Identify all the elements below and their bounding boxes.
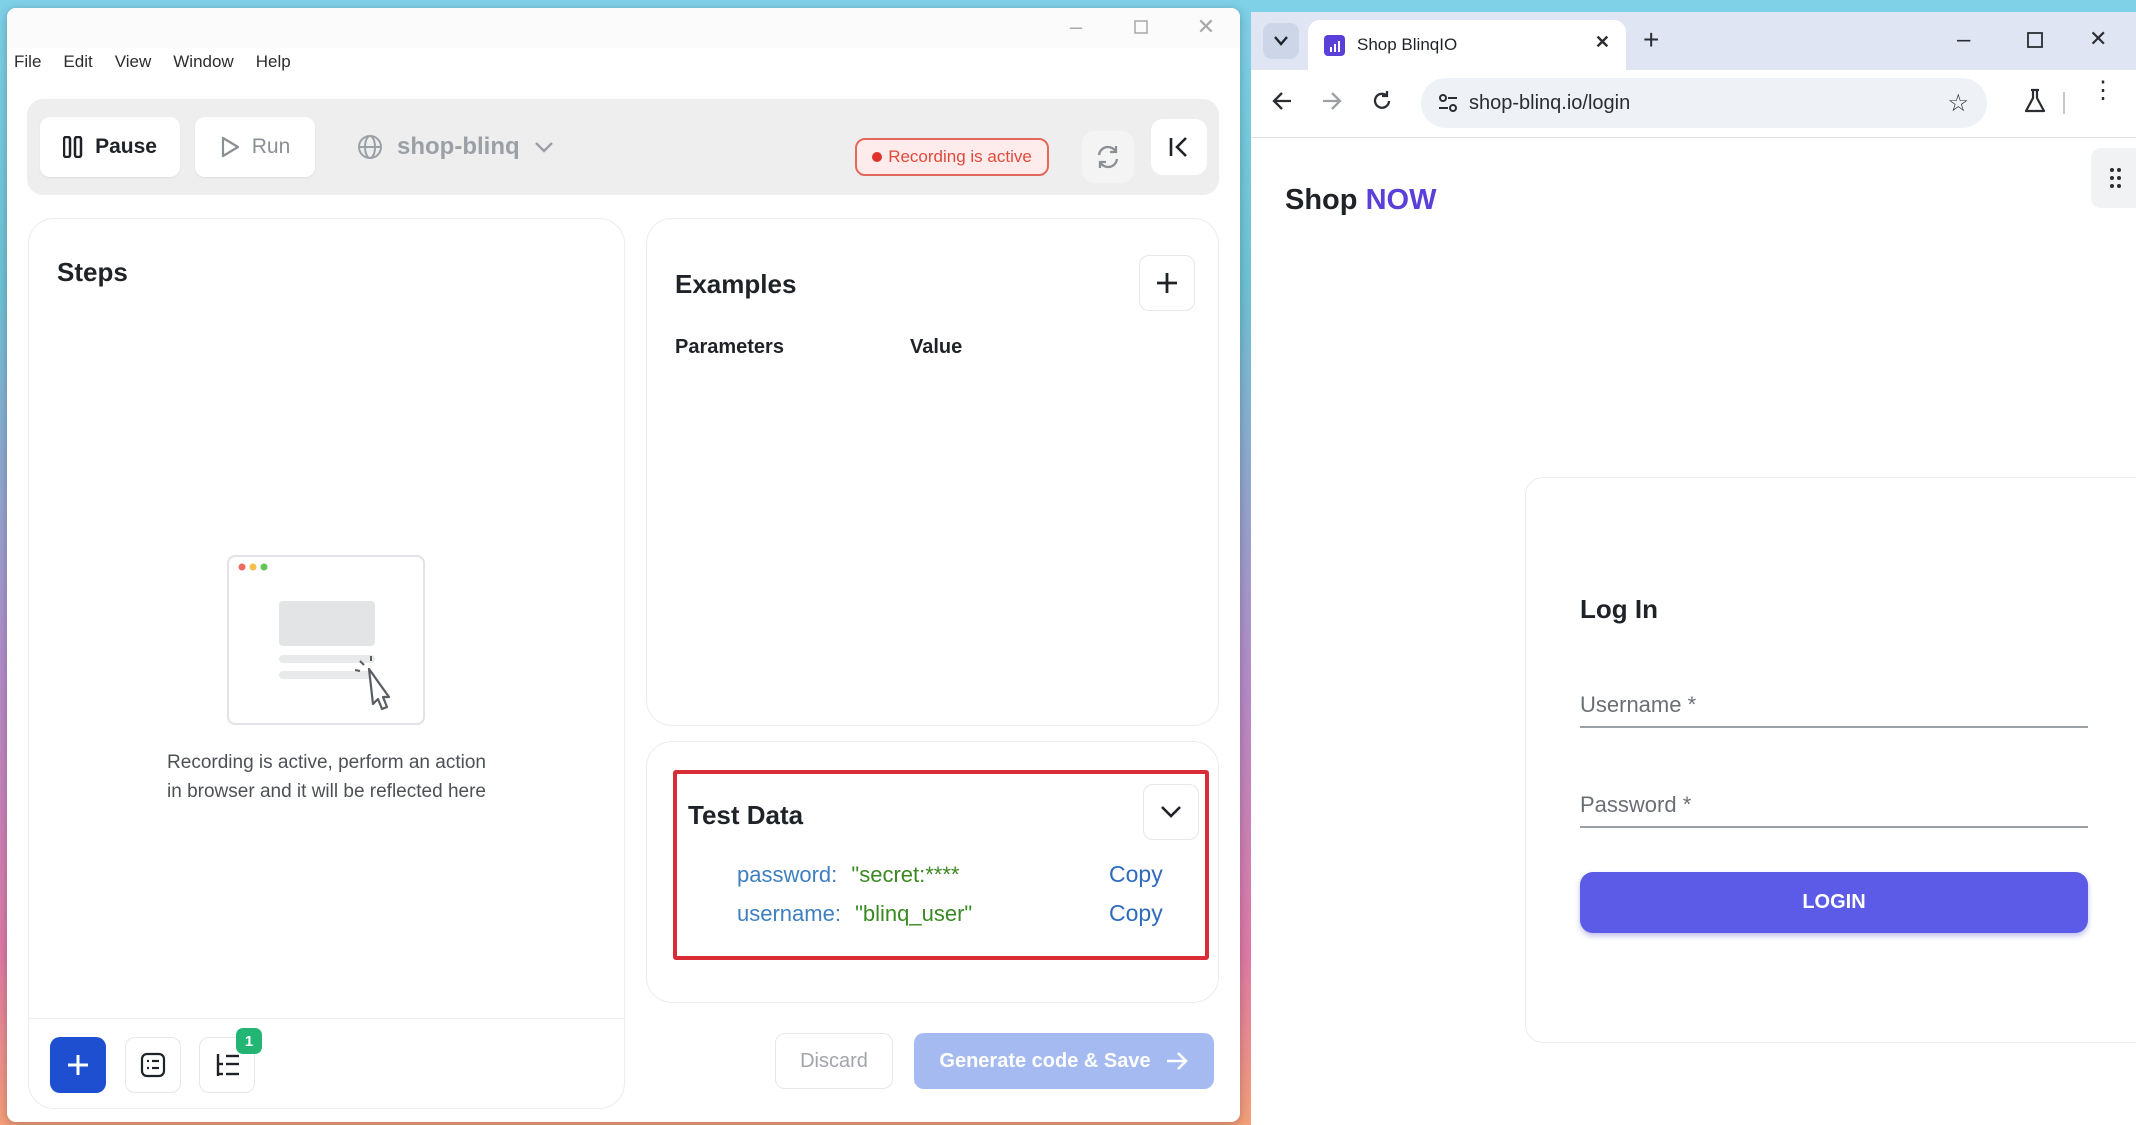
site-settings-icon[interactable]	[1437, 92, 1459, 120]
steps-title: Steps	[57, 257, 128, 287]
tab-title: Shop BlinqIO	[1357, 35, 1458, 54]
flask-icon[interactable]	[2023, 88, 2047, 119]
parameters-header: Parameters	[675, 336, 784, 358]
test-data-highlight: Test Data password: "secret:**** Copy us…	[673, 770, 1209, 960]
tab-close-icon[interactable]: ✕	[1595, 32, 1610, 53]
address-bar-row: shop-blinq.io/login ☆ ⋮	[1251, 70, 2136, 138]
back-icon[interactable]	[1271, 90, 1293, 117]
examples-panel: Examples Parameters Value	[646, 218, 1219, 726]
tab-strip: Shop BlinqIO ✕ + – ✕	[1251, 12, 2136, 70]
run-label: Run	[251, 135, 291, 158]
password-field[interactable]: Password *	[1580, 792, 2088, 828]
recorder-toolbar: Pause Run shop-blinq Recording is active	[27, 99, 1219, 195]
menu-window[interactable]: Window	[173, 52, 233, 80]
menu-view[interactable]: View	[115, 52, 152, 80]
shop-brand[interactable]: Shop NOW	[1285, 184, 1436, 217]
close-icon[interactable]: ✕	[2089, 26, 2107, 52]
recorder-window: – ✕ File Edit View Window Help Pause Run…	[7, 8, 1240, 1122]
favicon-icon	[1324, 34, 1345, 56]
brand-now: NOW	[1365, 184, 1437, 216]
title-bar: – ✕	[7, 8, 1240, 48]
username-field[interactable]: Username *	[1580, 692, 2088, 728]
test-data-value: "blinq_user"	[855, 901, 973, 926]
browser-menu-icon[interactable]: ⋮	[2091, 79, 2115, 103]
bookmark-star-icon[interactable]: ☆	[1947, 89, 1969, 118]
maximize-icon[interactable]	[1119, 13, 1163, 41]
steps-panel: Steps Recording is active, perform an ac…	[28, 218, 625, 1109]
reload-icon[interactable]	[1370, 89, 1394, 118]
plus-icon	[68, 1055, 88, 1075]
refresh-icon	[1097, 145, 1119, 169]
step-tree-button[interactable]: 1	[199, 1028, 262, 1093]
toolbar-divider	[2063, 92, 2065, 114]
menu-help[interactable]: Help	[256, 52, 291, 80]
url-bar[interactable]: shop-blinq.io/login ☆	[1421, 78, 1987, 128]
new-tab-icon[interactable]: +	[1643, 26, 1659, 54]
steps-bottom-bar: 1	[29, 1018, 624, 1108]
tab-search-button[interactable]	[1263, 23, 1299, 59]
list-tree-icon	[216, 1054, 239, 1076]
copy-password-button[interactable]: Copy	[1109, 861, 1163, 888]
checklist-button[interactable]	[125, 1037, 181, 1093]
login-card: Log In Username * Password * LOGIN	[1525, 477, 2136, 1043]
project-name: shop-blinq	[397, 133, 520, 160]
copy-username-button[interactable]: Copy	[1109, 900, 1163, 927]
checklist-icon	[140, 1052, 166, 1078]
collapse-left-icon	[1169, 137, 1187, 157]
recording-status-badge: Recording is active	[855, 138, 1049, 176]
maximize-icon[interactable]	[2027, 32, 2043, 53]
login-button[interactable]: LOGIN	[1580, 872, 2088, 933]
pause-icon	[63, 136, 83, 158]
discard-button[interactable]: Discard	[775, 1033, 893, 1089]
test-data-title: Test Data	[688, 800, 804, 830]
pause-button[interactable]: Pause	[40, 117, 180, 177]
chevron-down-icon	[1161, 806, 1181, 818]
close-icon[interactable]: ✕	[1184, 13, 1228, 41]
plus-icon	[1157, 273, 1177, 293]
brand-shop: Shop	[1285, 184, 1358, 216]
recording-status-text: Recording is active	[888, 147, 1032, 166]
step-count-badge: 1	[236, 1028, 262, 1054]
password-label: Password *	[1580, 792, 1692, 817]
generate-save-button[interactable]: Generate code & Save	[914, 1033, 1214, 1089]
empty-state-line-1: Recording is active, perform an action	[167, 752, 486, 773]
refresh-button[interactable]	[1082, 131, 1134, 183]
grid-dots-icon	[2110, 168, 2121, 188]
page-menu-button[interactable]	[2091, 148, 2136, 208]
empty-state-line-2: in browser and it will be reflected here	[167, 781, 486, 802]
menu-file[interactable]: File	[14, 52, 41, 80]
run-button[interactable]: Run	[195, 117, 315, 177]
value-header: Value	[910, 336, 963, 358]
examples-title: Examples	[675, 269, 797, 299]
collapse-panel-button[interactable]	[1151, 119, 1207, 175]
browser-tab[interactable]: Shop BlinqIO ✕	[1308, 20, 1626, 70]
test-data-key: password:	[737, 862, 838, 887]
login-title: Log In	[1580, 594, 1658, 624]
forward-icon[interactable]	[1321, 90, 1343, 117]
url-text: shop-blinq.io/login	[1469, 91, 1631, 114]
generate-save-label: Generate code & Save	[939, 1049, 1151, 1072]
add-step-button[interactable]	[50, 1037, 106, 1093]
menu-edit[interactable]: Edit	[63, 52, 92, 80]
test-data-row: username: "blinq_user"	[737, 901, 972, 927]
chevron-down-icon	[534, 142, 553, 153]
test-data-row: password: "secret:****	[737, 862, 959, 888]
record-dot-icon	[872, 152, 883, 162]
pause-label: Pause	[95, 135, 157, 158]
arrow-right-icon	[1166, 1052, 1188, 1070]
play-icon	[221, 136, 239, 158]
test-data-key: username:	[737, 901, 841, 926]
globe-icon	[358, 135, 382, 159]
test-data-toggle-button[interactable]	[1143, 784, 1199, 840]
test-data-value: "secret:****	[851, 862, 960, 887]
minimize-icon[interactable]: –	[1957, 26, 1970, 54]
username-label: Username *	[1580, 692, 1697, 717]
menu-bar: File Edit View Window Help	[7, 52, 313, 80]
chevron-down-icon	[1274, 36, 1288, 46]
add-example-button[interactable]	[1139, 255, 1195, 311]
project-selector[interactable]: shop-blinq	[357, 117, 554, 177]
minimize-icon[interactable]: –	[1054, 13, 1098, 41]
browser-window: Shop BlinqIO ✕ + – ✕ shop-blinq.io/login…	[1251, 12, 2136, 1125]
empty-state-illustration	[227, 555, 425, 725]
